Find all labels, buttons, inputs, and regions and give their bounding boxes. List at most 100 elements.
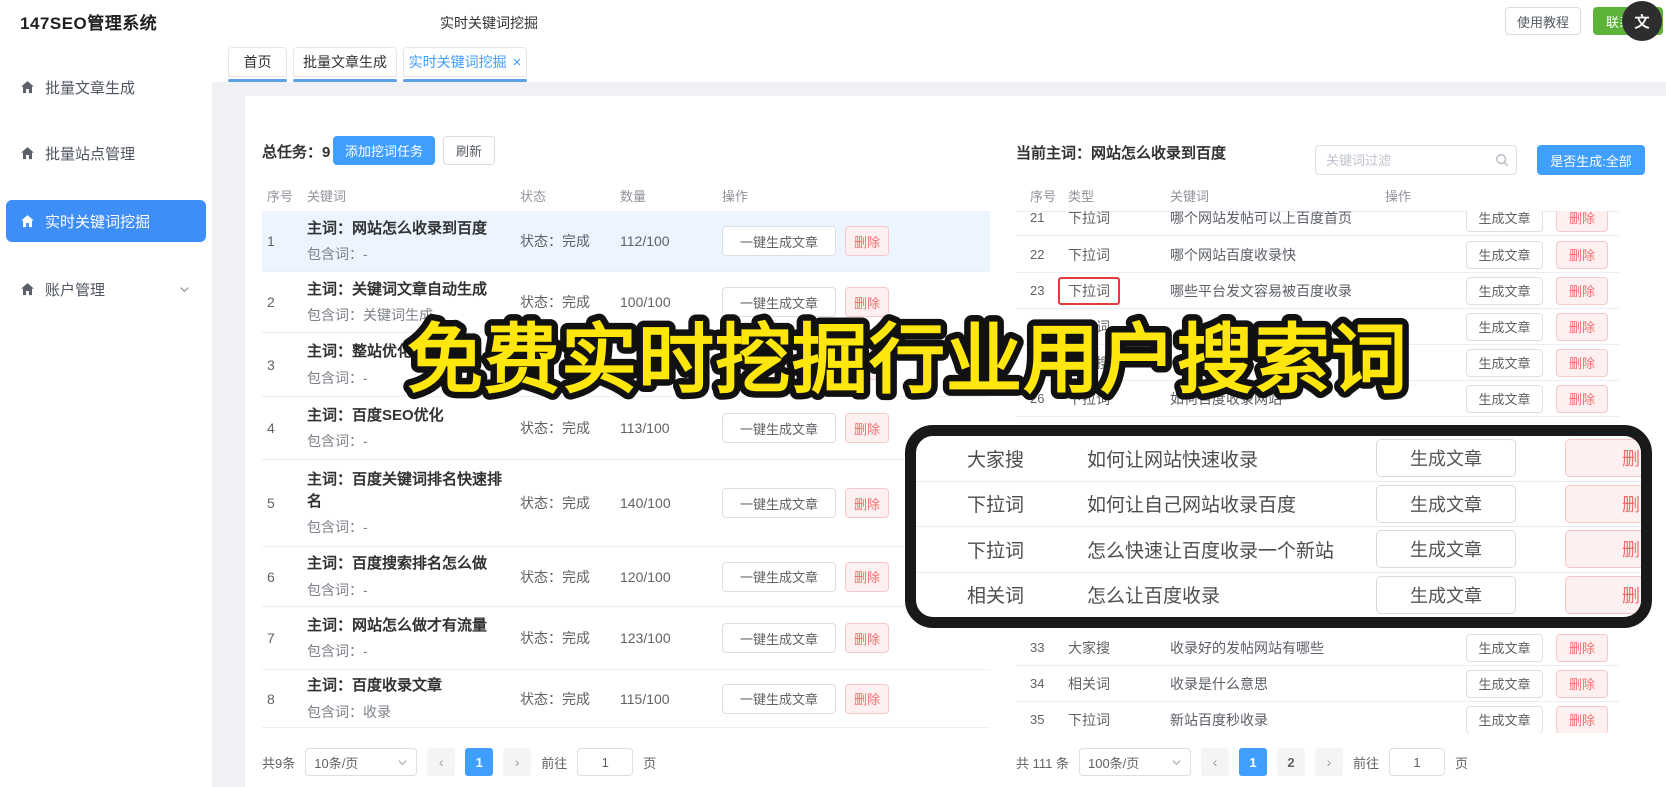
page-button[interactable]: 1 [1238, 748, 1267, 776]
table-row: 25 大家搜 生成文章 删除 [1016, 345, 1620, 381]
page-button[interactable]: 1 [465, 748, 494, 776]
generate-article-button[interactable]: 生成文章 [1466, 312, 1543, 341]
row-number: 24 [1030, 319, 1045, 334]
prev-page-button[interactable]: ‹ [427, 748, 456, 776]
row-number: 4 [267, 420, 275, 436]
delete-button[interactable]: 删除 [1556, 211, 1608, 232]
task-subtitle: 包含词：- [307, 433, 368, 450]
delete-button[interactable]: 删除 [845, 683, 889, 714]
generate-article-button[interactable]: 生成文章 [1466, 211, 1543, 232]
delete-button[interactable]: 删除 [1556, 633, 1608, 662]
delete-button[interactable]: 删除 [1556, 705, 1608, 733]
ops-cell: 生成文章 [1466, 211, 1543, 235]
delete-button[interactable]: 删除 [1556, 240, 1608, 269]
generate-article-button[interactable]: 一键生成文章 [722, 683, 836, 714]
delete-button[interactable]: 删除 [1556, 276, 1608, 305]
ops-cell: 生成文章 [1466, 345, 1543, 380]
generate-article-button[interactable]: 一键生成文章 [722, 226, 836, 256]
generate-article-button[interactable]: 生成文章 [1466, 240, 1543, 269]
generate-article-button[interactable]: 一键生成文章 [722, 349, 836, 380]
delete-button[interactable]: 删除 [845, 623, 889, 653]
ops-cell: 一键生成文章 [722, 272, 836, 332]
delete-button[interactable]: 删除 [845, 488, 889, 518]
generate-article-button[interactable]: 生成文章 [1466, 705, 1543, 733]
delete-button[interactable]: 删除 [845, 226, 889, 256]
generate-all-button[interactable]: 是否生成:全部 [1537, 145, 1645, 175]
generate-article-button[interactable]: 生成文章 [1466, 384, 1543, 413]
goto-label: 前往 [1352, 755, 1379, 771]
generate-article-button[interactable]: 生成文章 [1466, 276, 1543, 305]
prev-page-button[interactable]: ‹ [1200, 748, 1229, 776]
page-size-select[interactable]: 100条/页 [1078, 748, 1191, 776]
generate-article-button[interactable]: 生成文章 [1466, 669, 1543, 698]
tab-2[interactable]: 批量文章生成 [293, 47, 397, 82]
generate-article-button[interactable]: 一键生成文章 [722, 287, 836, 317]
status-cell: 状态：完成 [520, 630, 590, 646]
next-page-button[interactable]: › [503, 748, 532, 776]
delete-button[interactable]: 删除 [1565, 439, 1641, 478]
delete-button[interactable]: 删除 [845, 349, 889, 380]
ops-cell: 删除 [1556, 381, 1608, 416]
delete-button[interactable]: 删除 [845, 561, 889, 592]
delete-button[interactable]: 删除 [1565, 484, 1641, 523]
generate-article-button[interactable]: 生成文章 [1376, 575, 1516, 614]
type-cell: 下拉词 [1068, 381, 1163, 416]
generate-article-button[interactable]: 生成文章 [1376, 484, 1516, 523]
sidebar-item-3[interactable]: 实时关键词挖掘 [6, 200, 206, 242]
help-button[interactable]: 使用教程 [1505, 7, 1581, 35]
tab-3[interactable]: 实时关键词挖掘 × [403, 47, 527, 82]
sidebar-item-4[interactable]: 账户管理 [6, 272, 206, 306]
generate-article-button[interactable]: 生成文章 [1376, 439, 1516, 478]
delete-button[interactable]: 删除 [1556, 312, 1608, 341]
generate-article-button[interactable]: 生成文章 [1376, 530, 1516, 569]
keyword-filter-input[interactable] [1315, 145, 1517, 175]
type-label: 下拉词 [1068, 390, 1110, 407]
delete-button[interactable]: 删除 [1556, 384, 1608, 413]
page-size-select[interactable]: 10条/页 [305, 748, 418, 776]
sidebar-item-2[interactable]: 批量站点管理 [6, 136, 206, 170]
sidebar: 147SEO管理系统 批量文章生成批量站点管理实时关键词挖掘账户管理 [0, 0, 213, 787]
delete-button[interactable]: 删除 [1556, 669, 1608, 698]
keyword-cell [1170, 345, 1460, 380]
close-icon[interactable]: × [513, 55, 522, 70]
delete-button[interactable]: 删除 [1565, 575, 1641, 614]
ops-cell: 一键生成文章 [722, 607, 836, 669]
column-header: 操作 [722, 189, 749, 204]
delete-button[interactable]: 删除 [1556, 348, 1608, 377]
ops-cell: 生成文章 [1376, 573, 1516, 618]
ops-cell: 一键生成文章 [722, 460, 836, 546]
add-task-button[interactable]: 添加挖词任务 [333, 136, 435, 165]
total-label: 总任务： [262, 144, 323, 161]
type-cell: 相关词 [967, 586, 1025, 608]
app-title: 147SEO管理系统 [20, 14, 158, 33]
generate-article-button[interactable]: 一键生成文章 [722, 488, 836, 518]
highlight-box: 下拉词 [1058, 276, 1120, 305]
magnified-row: 相关词 怎么让百度收录 生成文章 删除 [916, 573, 1641, 618]
page-button[interactable]: 2 [1276, 748, 1305, 776]
sidebar-item-label: 批量文章生成 [45, 79, 136, 97]
generate-article-button[interactable]: 一键生成文章 [722, 561, 836, 592]
ops-cell: 删除 [1565, 436, 1641, 481]
goto-page-input[interactable] [1389, 748, 1445, 776]
row-number: 8 [267, 690, 275, 707]
refresh-button[interactable]: 刷新 [443, 136, 495, 165]
delete-button[interactable]: 删除 [845, 287, 889, 317]
generate-article-button[interactable]: 一键生成文章 [722, 413, 836, 443]
goto-page-input[interactable] [577, 748, 634, 776]
generate-article-button[interactable]: 生成文章 [1466, 348, 1543, 377]
keyword-cell: 收录是什么意思 [1170, 675, 1268, 692]
delete-button[interactable]: 删除 [1565, 530, 1641, 569]
delete-button[interactable]: 删除 [845, 413, 889, 443]
ops-cell: 删除 [1556, 666, 1608, 701]
table-row: 34 相关词 收录是什么意思 生成文章 删除 [1016, 666, 1620, 702]
quantity-cell: 140/100 [620, 495, 671, 511]
sidebar-item-1[interactable]: 批量文章生成 [6, 70, 206, 104]
status-cell: 状态：完成 [520, 568, 590, 585]
right-table-header: 序号 类型 关键词 操作 [1016, 186, 1620, 212]
generate-article-button[interactable]: 一键生成文章 [722, 623, 836, 653]
float-badge-icon[interactable]: 文 [1622, 1, 1662, 41]
table-row: 8 主词：百度收录文章 包含词：收录 状态：完成 115/100 一键生成文章 删除 [262, 670, 990, 728]
tab-1[interactable]: 首页 [228, 47, 287, 82]
next-page-button[interactable]: › [1314, 748, 1343, 776]
generate-article-button[interactable]: 生成文章 [1466, 633, 1543, 662]
